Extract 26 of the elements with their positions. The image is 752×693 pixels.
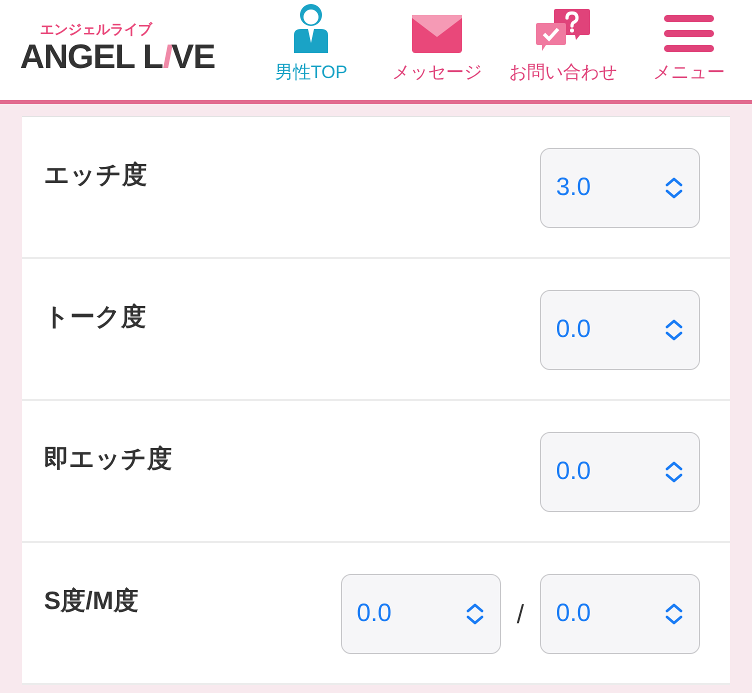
row-label: S度/M度	[44, 586, 138, 617]
row-label: エッチ度	[44, 160, 147, 191]
chevron-up-down-icon	[664, 318, 684, 342]
nav-link[interactable]: お問い合わせ	[500, 0, 626, 100]
select-field[interactable]: 0.0	[540, 574, 700, 654]
select-field[interactable]: 0.0	[540, 290, 700, 370]
person-icon	[292, 3, 330, 53]
nav-link[interactable]: メニュー	[626, 0, 752, 100]
menu-icon	[664, 15, 714, 53]
chevron-up-down-icon	[464, 602, 485, 626]
nav-link[interactable]: メッセージ	[374, 0, 500, 100]
logo[interactable]: エンジェルライブ ANGEL LIVE	[0, 22, 248, 78]
nav-link[interactable]: 男性TOP	[248, 0, 374, 100]
select-field[interactable]: 0.0	[340, 574, 501, 654]
separator: /	[516, 598, 524, 630]
chevron-up-down-icon	[664, 602, 684, 626]
logo-subtitle: エンジェルライブ	[39, 22, 154, 36]
chevron-up-down-icon	[664, 176, 684, 200]
chevron-up-down-icon	[664, 460, 684, 484]
select-field[interactable]: 0.0	[540, 432, 700, 512]
row-label: トーク度	[44, 302, 146, 333]
envelope-icon	[412, 15, 462, 53]
select-field[interactable]: 3.0	[540, 148, 700, 228]
row-label: 即エッチ度	[44, 444, 172, 475]
logo-wordmark: ANGEL LIVE	[20, 36, 216, 78]
chat-bubbles-icon	[536, 9, 590, 53]
